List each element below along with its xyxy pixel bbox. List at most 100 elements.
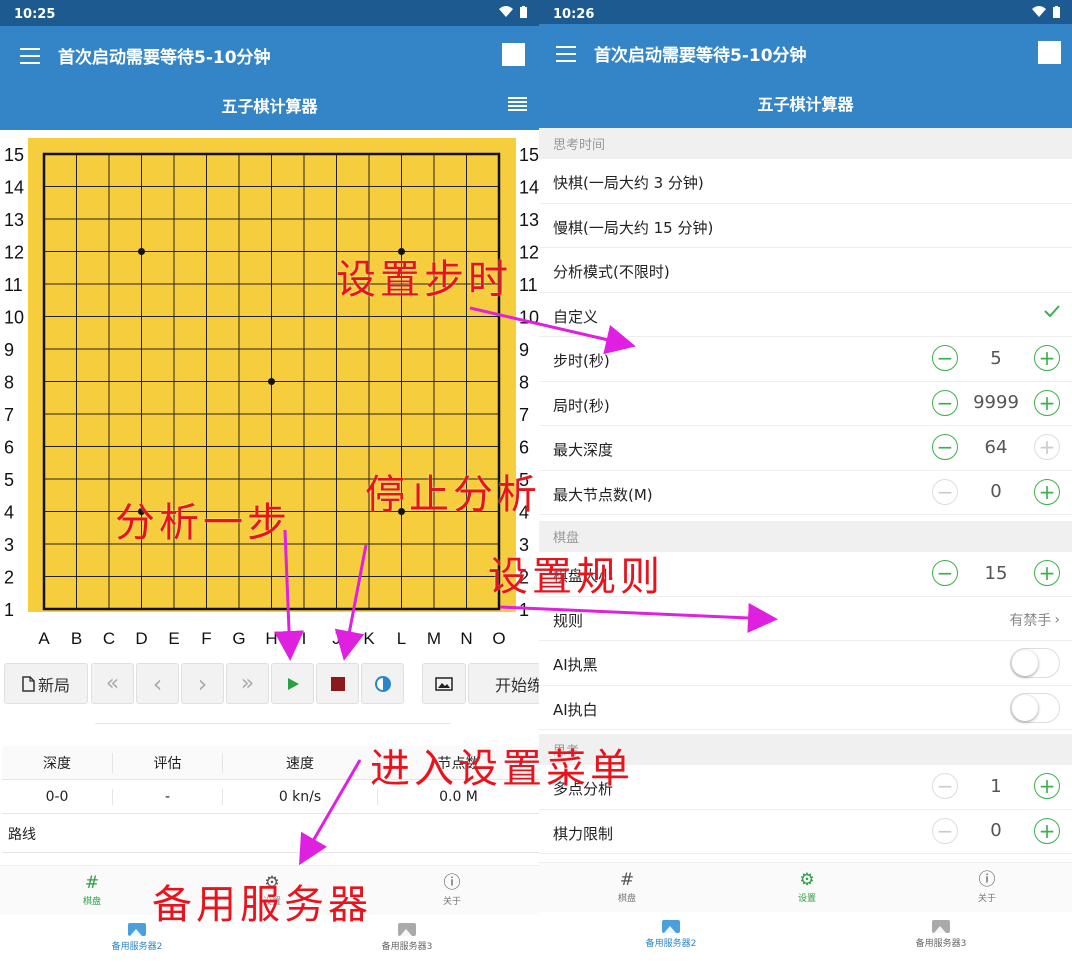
strength-row: 棋力限制 − 0 + <box>539 810 1072 854</box>
plus-icon[interactable]: + <box>1034 478 1060 505</box>
next-move-button[interactable]: › <box>181 663 224 704</box>
contrast-button[interactable] <box>361 663 404 704</box>
time-option-slow[interactable]: 慢棋(一局大约 15 分钟) <box>539 204 1072 248</box>
column-label: C <box>103 629 115 648</box>
annotation-enter-settings: 进入设置菜单 <box>370 746 634 792</box>
prev-move-button[interactable]: ‹ <box>136 663 179 704</box>
column-label: D <box>135 629 147 648</box>
row-label: 10 <box>4 308 24 328</box>
minus-icon[interactable]: − <box>932 389 958 416</box>
start-practice-button[interactable]: 开始练 <box>468 663 539 704</box>
row-label: 15 <box>519 145 539 165</box>
column-label: G <box>232 629 245 648</box>
minus-icon[interactable]: − <box>932 560 958 586</box>
minus-icon[interactable]: − <box>932 345 958 371</box>
ai-black-toggle[interactable] <box>1010 648 1060 678</box>
column-label: J <box>332 629 341 648</box>
max-depth-value: 64 <box>984 436 1008 458</box>
row-label: 6 <box>4 438 14 458</box>
divider <box>95 723 450 724</box>
column-label: K <box>363 629 375 648</box>
image-button[interactable] <box>422 663 466 704</box>
server-2-label: 备用服务器2 <box>111 942 163 952</box>
last-move-button[interactable]: » <box>226 663 269 704</box>
server-3-label: 备用服务器3 <box>915 939 967 949</box>
section-think-time: 思考时间 <box>539 128 1072 159</box>
list-icon[interactable] <box>508 97 527 111</box>
row-label: 4 <box>4 503 14 523</box>
stop-analysis-button[interactable] <box>316 663 359 704</box>
nav-board[interactable]: # 棋盘 <box>597 871 657 904</box>
app-title: 首次启动需要等待5-10分钟 <box>594 46 807 66</box>
row-label: 11 <box>519 275 538 295</box>
step-time-label: 步时(秒) <box>553 352 610 370</box>
time-option-custom[interactable]: 自定义 <box>539 293 1072 337</box>
time-option-label: 自定义 <box>553 307 599 326</box>
nav-board-label: 棋盘 <box>82 897 101 907</box>
game-time-label: 局时(秒) <box>553 396 610 415</box>
settings-screen: 10:26 首次启动需要等待5-10分钟 五子棋计算器 思考时间 快棋(一局大约… <box>539 0 1072 963</box>
row-label: 14 <box>4 178 24 198</box>
nav-about-label: 关于 <box>977 894 996 904</box>
step-time-row: 步时(秒) − 5 + <box>539 337 1072 382</box>
analyze-step-button[interactable] <box>271 663 314 704</box>
row-label: 6 <box>519 438 529 458</box>
document-icon <box>22 675 35 692</box>
square-button[interactable] <box>502 43 525 66</box>
hamburger-menu-icon[interactable] <box>20 48 40 64</box>
status-bar: 10:25 <box>0 0 539 26</box>
screenshot-root: 10:25 首次启动需要等待5-10分钟 五子棋计算器 15 15 14 14 13 13… <box>0 0 1072 963</box>
route-label: 路线 <box>8 827 36 843</box>
nav-about[interactable]: ⓘ 关于 <box>957 871 1017 904</box>
board-grid[interactable]: 15 1514 1413 1312 1211 1110 109 98 87 76 65 54 43 32 2… <box>0 130 539 658</box>
play-icon <box>287 677 299 690</box>
new-game-label: 新局 <box>37 675 70 695</box>
row-label: 1 <box>519 600 529 620</box>
first-move-button[interactable]: « <box>91 663 134 704</box>
new-game-button[interactable]: 新局 <box>4 663 88 704</box>
double-chevron-right-icon: » <box>240 671 255 696</box>
plus-icon[interactable]: + <box>1034 345 1060 371</box>
plus-icon[interactable]: + <box>1034 817 1060 844</box>
chevron-right-icon: › <box>197 669 208 698</box>
row-label: 15 <box>4 145 24 165</box>
server-tab-3[interactable]: 备用服务器3 <box>891 920 991 949</box>
plus-icon[interactable]: + <box>1034 560 1060 586</box>
rule-value: 有禁手 <box>1009 612 1052 629</box>
annotation-set-rules: 设置规则 <box>488 554 664 600</box>
row-label: 9 <box>519 340 529 360</box>
rule-row[interactable]: 规则 有禁手 › <box>539 597 1072 641</box>
square-button[interactable] <box>1038 41 1061 64</box>
row-label: 9 <box>4 340 14 360</box>
time-option-fast[interactable]: 快棋(一局大约 3 分钟) <box>539 159 1072 204</box>
ai-white-toggle[interactable] <box>1010 692 1060 723</box>
strength-label: 棋力限制 <box>553 824 614 843</box>
nav-about[interactable]: ⓘ 关于 <box>422 874 482 907</box>
server-tab-2[interactable]: 备用服务器2 <box>621 920 721 949</box>
minus-icon[interactable]: − <box>932 434 958 460</box>
info-icon: ⓘ <box>443 873 461 893</box>
picture-icon <box>932 920 950 933</box>
ai-white-row: AI执白 <box>539 686 1072 730</box>
game-time-row: 局时(秒) −9999 + <box>539 382 1072 426</box>
column-label: E <box>168 629 179 648</box>
nav-settings[interactable]: ⚙ 设置 <box>777 871 837 904</box>
plus-icon[interactable]: + <box>1034 389 1060 416</box>
hamburger-menu-icon[interactable] <box>556 46 576 62</box>
max-depth-row: 最大深度 − 64 + <box>539 426 1072 471</box>
picture-icon <box>662 920 680 933</box>
start-practice-label: 开始练 <box>495 675 539 695</box>
board-area: 15 15 14 14 13 13 12 12 11 11 10 10 9 9 8 8 7 7 6 6 5 5 4 4 3 3 2 2… <box>0 130 539 658</box>
bottom-nav: # 棋盘 ⚙ 设置 ⓘ 关于 <box>539 862 1072 912</box>
wifi-icon <box>499 6 513 17</box>
plus-icon[interactable]: + <box>1034 773 1060 799</box>
ai-white-label: AI执白 <box>553 700 598 719</box>
image-icon <box>435 676 453 691</box>
battery-icon <box>520 6 527 18</box>
nav-board[interactable]: # 棋盘 <box>62 874 122 907</box>
column-label: I <box>302 629 307 648</box>
server-tab-3[interactable]: 备用服务器3 <box>357 923 457 952</box>
battery-icon <box>1053 6 1060 18</box>
row-label: 12 <box>519 243 539 263</box>
time-option-analysis[interactable]: 分析模式(不限时) <box>539 248 1072 293</box>
